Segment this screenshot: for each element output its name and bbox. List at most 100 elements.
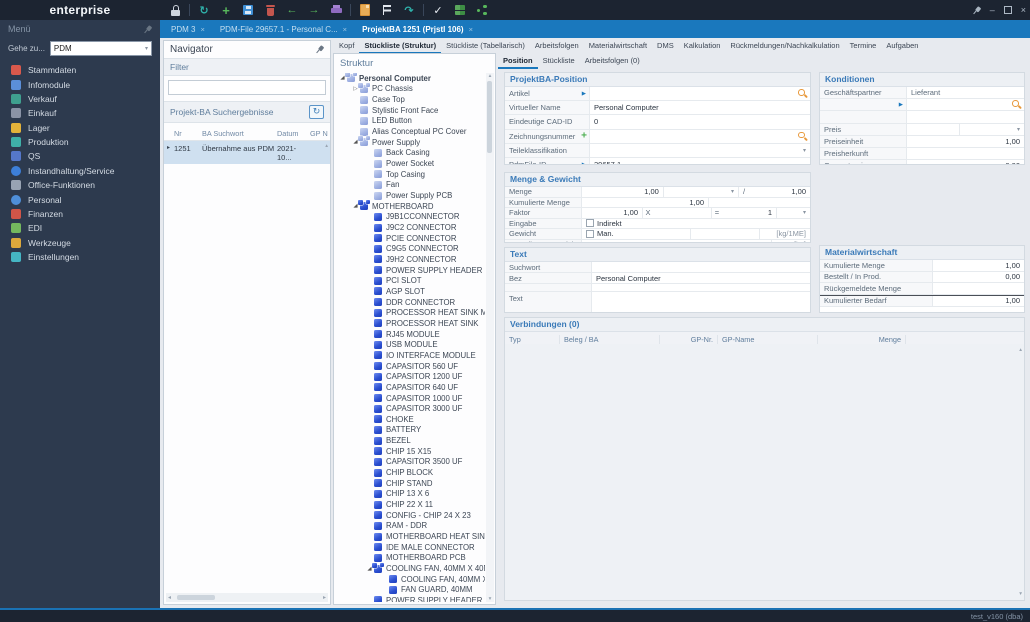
tree-item[interactable]: ◢ MOTHERBOARD: [336, 200, 485, 212]
scroll-right-icon[interactable]: ▸: [323, 594, 326, 601]
close-icon[interactable]: ×: [1021, 5, 1026, 15]
tree-item[interactable]: CHIP BLOCK: [336, 467, 485, 478]
tree-item[interactable]: J9C2 CONNECTOR: [336, 222, 485, 233]
matwi-value[interactable]: 1,00: [933, 260, 1024, 271]
refresh-results-icon[interactable]: ↻: [309, 105, 324, 119]
chevron-down-icon[interactable]: ▾: [1017, 126, 1020, 133]
tree-item[interactable]: PCIE CONNECTOR: [336, 233, 485, 244]
tree-item[interactable]: LED Button: [336, 116, 485, 127]
tree-item[interactable]: CONFIG - CHIP 24 X 23: [336, 510, 485, 521]
tree-item[interactable]: PROCESSOR HEAT SINK: [336, 318, 485, 329]
tree-item[interactable]: PROCESSOR HEAT SINK MOUNTING: [336, 307, 485, 318]
main-tab[interactable]: Materialwirtschaft: [584, 41, 652, 54]
tree-item[interactable]: IDE MALE CONNECTOR: [336, 542, 485, 553]
goto-input[interactable]: PDM ▾: [49, 41, 152, 56]
tree-item[interactable]: DDR CONNECTOR: [336, 297, 485, 308]
filter-input[interactable]: [168, 80, 326, 95]
save-icon[interactable]: [237, 2, 259, 18]
lock-icon[interactable]: [164, 2, 186, 18]
delete-icon[interactable]: [259, 2, 281, 18]
tree-item[interactable]: BEZEL: [336, 435, 485, 446]
gesamtpreis-field[interactable]: 0,00: [907, 160, 1024, 164]
add-icon[interactable]: +: [215, 2, 237, 18]
tree-item[interactable]: Stylistic Front Face: [336, 105, 485, 116]
chevron-down-icon[interactable]: ▾: [731, 188, 734, 195]
preisherkunft-field[interactable]: [907, 147, 1024, 160]
tree-item[interactable]: Top Casing: [336, 169, 485, 180]
pin-panel-icon[interactable]: [313, 43, 326, 56]
faktor-field[interactable]: 1,00: [582, 208, 643, 218]
sidebar-item[interactable]: Infomodule: [0, 77, 160, 91]
horizontal-scrollbar[interactable]: ◂ ▸: [166, 593, 328, 602]
scroll-up-icon[interactable]: ▴: [486, 73, 494, 79]
tree-item[interactable]: CHOKE: [336, 414, 485, 425]
close-tab-icon[interactable]: ×: [469, 25, 473, 34]
share-icon[interactable]: [471, 2, 493, 18]
menge-field[interactable]: 1,00: [582, 187, 664, 197]
vertical-scrollbar[interactable]: ▴ ▾: [486, 73, 494, 602]
refresh-icon[interactable]: ↻: [193, 2, 215, 18]
search-icon[interactable]: [798, 89, 807, 98]
close-tab-icon[interactable]: ×: [343, 25, 347, 34]
pin-window-icon[interactable]: [970, 4, 983, 17]
close-tab-icon[interactable]: ×: [200, 25, 204, 34]
print-icon[interactable]: [325, 2, 347, 18]
main-tab[interactable]: Kalkulation: [679, 41, 726, 54]
sub-tab[interactable]: Position: [498, 56, 538, 69]
sidebar-item[interactable]: Personal: [0, 192, 160, 206]
link-arrow-icon[interactable]: ▶: [582, 91, 586, 97]
tree-item[interactable]: CAPASITOR 1200 UF: [336, 371, 485, 382]
gewicht-field[interactable]: [691, 229, 760, 239]
tree-item[interactable]: RAM - DDR: [336, 521, 485, 532]
maximize-icon[interactable]: [1003, 6, 1012, 14]
tree-item[interactable]: ◢ Power Supply: [336, 136, 485, 148]
confirm-icon[interactable]: ✓: [427, 2, 449, 18]
kumulierte-menge-field[interactable]: 1,00: [582, 197, 709, 207]
redo-icon[interactable]: ↷: [398, 2, 420, 18]
menge-per-field[interactable]: 1,00: [749, 187, 810, 197]
link-arrow-icon[interactable]: ▶: [582, 162, 586, 164]
scrollbar-thumb[interactable]: [487, 81, 492, 153]
scroll-down-icon[interactable]: ▾: [486, 596, 494, 602]
tree-item[interactable]: MOTHERBOARD HEAT SINK: [336, 531, 485, 542]
add-number-icon[interactable]: +: [581, 131, 587, 142]
teileklassifikation-select[interactable]: ▾: [590, 143, 810, 157]
geschaeftspartner-type[interactable]: Lieferant: [907, 87, 1024, 99]
cad-id-field[interactable]: 0: [590, 115, 810, 129]
chevron-down-icon[interactable]: ▾: [803, 147, 806, 154]
chevron-down-icon[interactable]: ▾: [145, 45, 148, 52]
chevron-down-icon[interactable]: ▾: [803, 209, 806, 216]
structure-icon[interactable]: [376, 2, 398, 18]
tree-item[interactable]: PCI SLOT: [336, 275, 485, 286]
tree-item[interactable]: IO INTERFACE MODULE: [336, 350, 485, 361]
sidebar-item[interactable]: Instandhaltung/Service: [0, 164, 160, 178]
preis-field[interactable]: [907, 123, 960, 135]
tree-item[interactable]: J9B1CCONNECTOR: [336, 212, 485, 223]
matwi-value[interactable]: [933, 283, 1024, 294]
artikel-field[interactable]: [590, 87, 810, 101]
tree-item[interactable]: CHIP 22 X 11: [336, 499, 485, 510]
tree-item[interactable]: CHIP 15 X15: [336, 446, 485, 457]
preiseinheit-field[interactable]: 1,00: [907, 135, 1024, 147]
sub-tab[interactable]: Stückliste: [538, 56, 580, 69]
text-field[interactable]: [592, 292, 810, 312]
search-icon[interactable]: [1012, 100, 1021, 109]
tree-item[interactable]: CAPASITOR 1000 UF: [336, 393, 485, 404]
scroll-left-icon[interactable]: ◂: [168, 594, 171, 601]
tree-item[interactable]: CAPASITOR 560 UF: [336, 361, 485, 372]
faktor-unit-select[interactable]: ▾: [777, 208, 810, 218]
tree-item[interactable]: AGP SLOT: [336, 286, 485, 297]
tree-item[interactable]: Back Casing: [336, 148, 485, 159]
sidebar-item[interactable]: Werkzeuge: [0, 236, 160, 250]
sidebar-item[interactable]: Produktion: [0, 135, 160, 149]
tree-item[interactable]: CAPASITOR 640 UF: [336, 382, 485, 393]
tree-item[interactable]: POWER SUPPLY HEADER 2: [336, 595, 485, 602]
matwi-value[interactable]: 1,00: [933, 295, 1024, 306]
tree-item[interactable]: Case Top: [336, 94, 485, 105]
tree-item[interactable]: RJ45 MODULE: [336, 329, 485, 340]
document-tab[interactable]: PDM 3 ×: [165, 20, 214, 38]
document-tab[interactable]: PDM-File 29657.1 - Personal C... ×: [214, 20, 356, 38]
sidebar-item[interactable]: Verkauf: [0, 92, 160, 106]
back-icon[interactable]: ←: [281, 2, 303, 18]
faktor-result-field[interactable]: 1: [722, 208, 777, 218]
